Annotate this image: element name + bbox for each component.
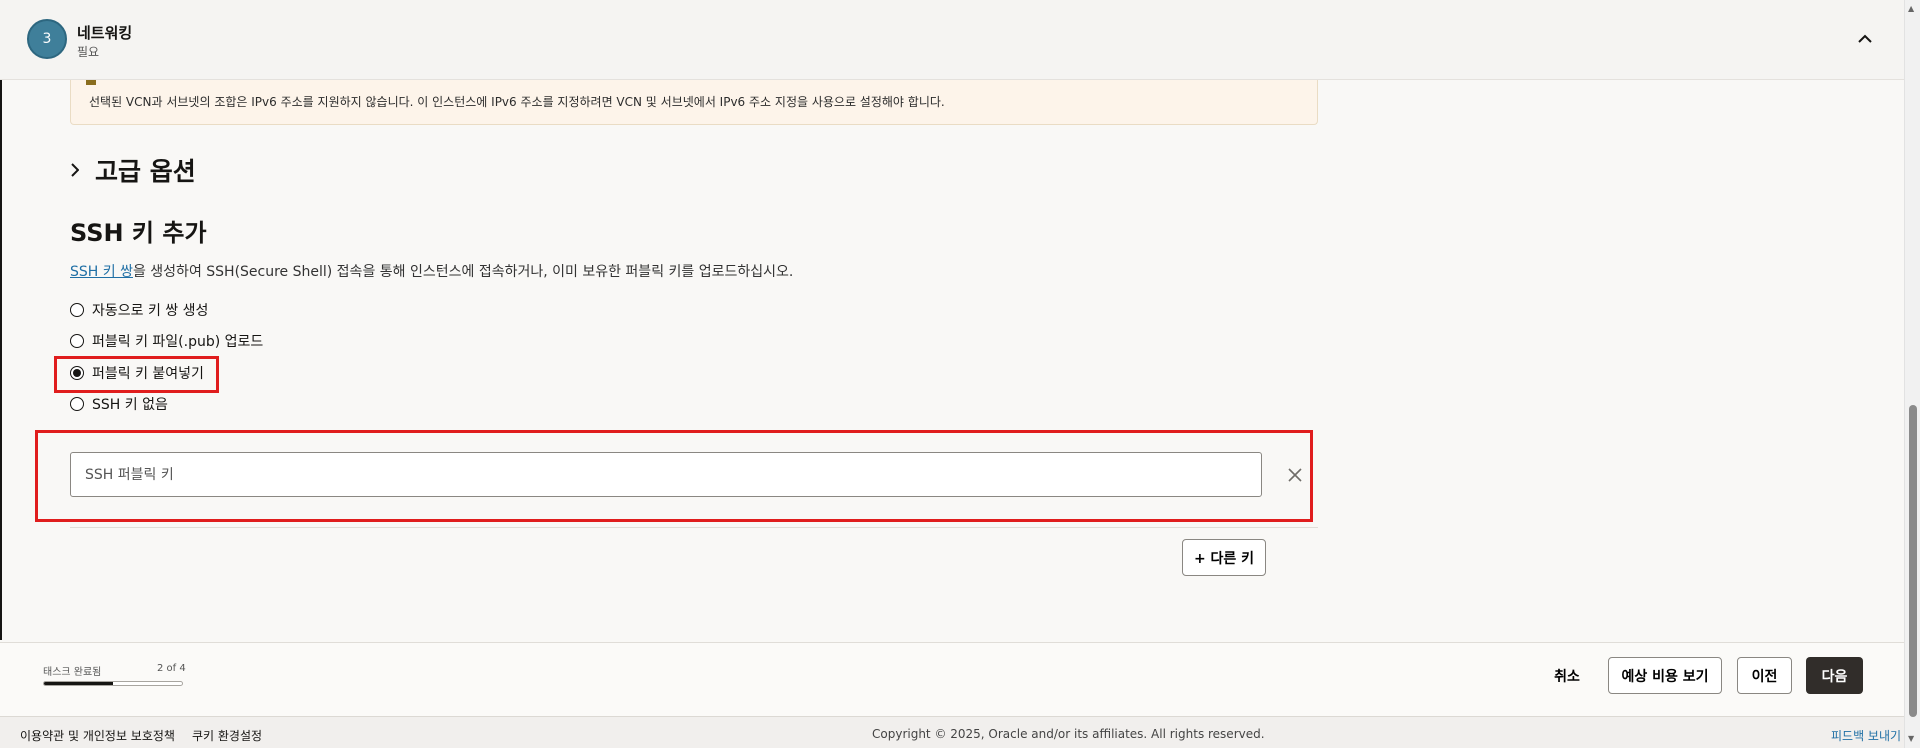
ssh-section-title: SSH 키 추가 (70, 219, 207, 247)
ssh-description-text: 을 생성하여 SSH(Secure Shell) 접속을 통해 인스턴스에 접속… (132, 264, 794, 280)
chevron-up-icon (1858, 34, 1872, 43)
ssh-description: SSH 키 쌍을 생성하여 SSH(Secure Shell) 접속을 통해 인… (70, 261, 793, 281)
terms-link[interactable]: 이용약관 및 개인정보 보호정책 (20, 727, 175, 744)
add-another-key-button[interactable]: + 다른 키 (1182, 539, 1266, 576)
divider (70, 527, 1318, 528)
radio-button[interactable] (70, 303, 84, 317)
progress-label: 태스크 완료됨 (43, 667, 102, 678)
collapse-step-button[interactable] (1853, 26, 1877, 50)
progress-bar (43, 681, 183, 686)
highlight-box-radio (54, 356, 219, 393)
radio-label: 자동으로 키 쌍 생성 (92, 303, 209, 319)
view-cost-estimate-button[interactable]: 예상 비용 보기 (1608, 657, 1722, 694)
content-left-border (0, 80, 2, 640)
step-title: 네트워킹 (77, 24, 133, 42)
cookie-settings-link[interactable]: 쿠키 환경설정 (192, 727, 262, 744)
advanced-options-title: 고급 옵션 (95, 157, 196, 186)
radio-button[interactable] (70, 334, 84, 348)
radio-label: 퍼블릭 키 파일(.pub) 업로드 (92, 334, 264, 350)
progress-count: 2 of 4 (157, 663, 186, 674)
advanced-options-toggle[interactable]: 고급 옵션 (70, 152, 196, 188)
step-number: 3 (27, 19, 67, 59)
copyright-text: Copyright © 2025, Oracle and/or its affi… (872, 727, 1265, 741)
chevron-right-icon (71, 163, 79, 177)
progress-fill (44, 682, 113, 685)
scrollbar-thumb[interactable] (1909, 405, 1917, 717)
footer: 이용약관 및 개인정보 보호정책 쿠키 환경설정 Copyright © 202… (0, 716, 1904, 748)
radio-upload-public-key[interactable]: 퍼블릭 키 파일(.pub) 업로드 (70, 331, 263, 351)
page-scrollbar[interactable]: ▲ ▼ (1904, 0, 1920, 748)
notice-text: 선택된 VCN과 서브넷의 조합은 IPv6 주소를 지원하지 않습니다. 이 … (89, 95, 945, 109)
radio-label: SSH 키 없음 (92, 397, 168, 413)
radio-generate-key-pair[interactable]: 자동으로 키 쌍 생성 (70, 300, 208, 320)
radio-button[interactable] (70, 397, 84, 411)
scroll-up-arrow-icon[interactable]: ▲ (1908, 4, 1914, 13)
next-button[interactable]: 다음 (1806, 657, 1863, 694)
feedback-link[interactable]: 피드백 보내기 (1831, 727, 1901, 744)
step-status: 필요 (77, 45, 100, 59)
previous-button[interactable]: 이전 (1737, 657, 1792, 694)
highlight-box-input (35, 430, 1313, 522)
ssh-key-pair-link[interactable]: SSH 키 쌍 (70, 264, 133, 280)
step-header: 3 네트워킹 필요 (0, 0, 1904, 80)
scroll-down-arrow-icon[interactable]: ▼ (1908, 734, 1914, 743)
radio-no-ssh-key[interactable]: SSH 키 없음 (70, 394, 168, 414)
cancel-button[interactable]: 취소 (1542, 657, 1592, 694)
action-bar: 태스크 완료됨 2 of 4 취소 예상 비용 보기 이전 다음 (0, 642, 1904, 716)
